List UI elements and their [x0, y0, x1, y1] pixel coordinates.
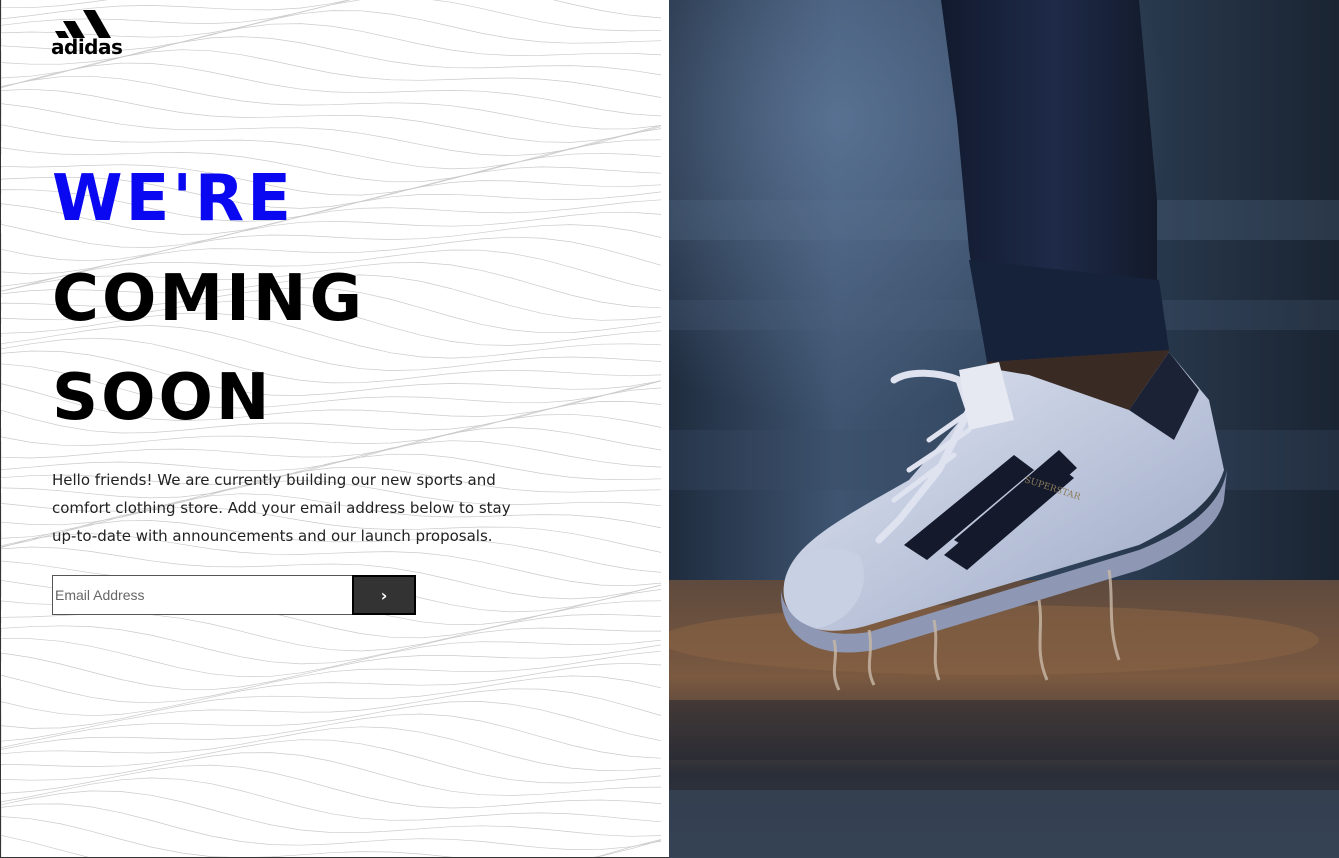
email-input[interactable]: [52, 575, 352, 615]
wave-line: [1, 816, 662, 857]
wave-line: [1, 88, 662, 143]
wave-line: [1, 803, 662, 850]
left-panel: adidas WE'RE COMING SOON Hello friends! …: [0, 0, 669, 858]
wave-line: [1, 75, 662, 130]
wave-line: [1, 834, 662, 857]
intro-paragraph: Hello friends! We are currently building…: [52, 471, 511, 545]
wave-line: [1, 662, 662, 717]
adidas-logo: adidas: [51, 9, 125, 59]
wave-line: [1, 103, 662, 157]
wave-line: [1, 777, 662, 823]
sneaker-photo-image: SUPERSTAR: [669, 0, 1339, 858]
wave-line: [1, 764, 662, 809]
headline-line-2: COMING: [52, 262, 365, 336]
wave-line: [1, 752, 662, 796]
headline-line-3: SOON: [52, 361, 273, 435]
newsletter-signup-form: ›: [52, 575, 416, 615]
wave-line: [1, 650, 662, 704]
logo-wordmark: adidas: [51, 35, 123, 59]
wave-line: [1, 62, 662, 117]
wave-line: [1, 726, 662, 771]
submit-button[interactable]: ›: [352, 575, 416, 615]
wave-line: [1, 625, 661, 665]
wave-line: [1, 613, 662, 652]
headline-line-1: WE'RE: [52, 162, 294, 236]
coming-soon-page: adidas WE'RE COMING SOON Hello friends! …: [0, 0, 1339, 858]
sneaker-photo: SUPERSTAR: [669, 0, 1339, 858]
